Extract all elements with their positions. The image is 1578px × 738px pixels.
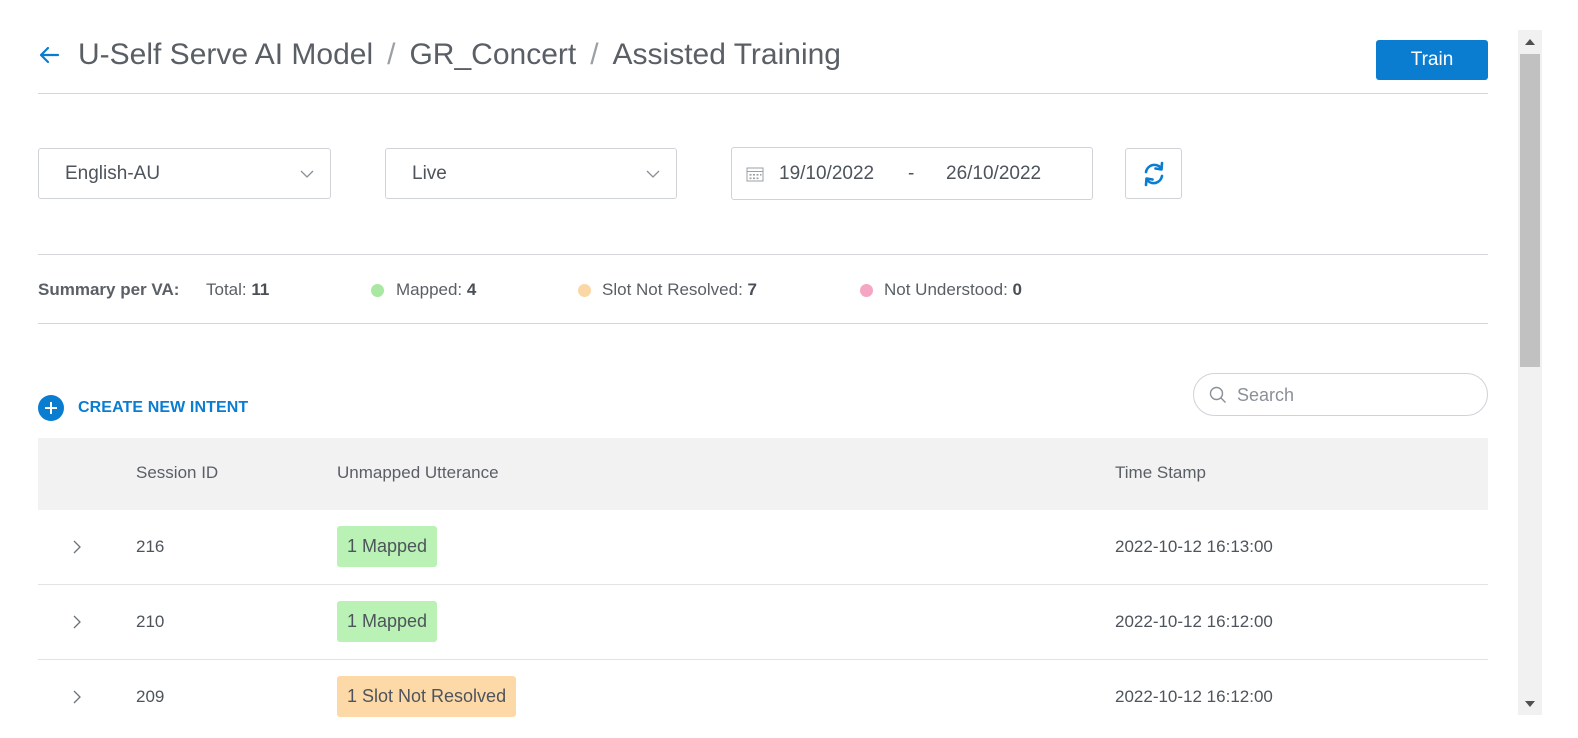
refresh-icon [1144, 161, 1164, 187]
search-icon [1209, 386, 1226, 403]
vertical-scrollbar[interactable] [1518, 30, 1542, 715]
summary-total: Total: 11 [206, 280, 269, 300]
breadcrumb-model[interactable]: U-Self Serve AI Model [78, 38, 373, 72]
page-header: U-Self Serve AI Model / GR_Concert / Ass… [38, 30, 1488, 94]
date-to-field[interactable]: 26/10/2022 [946, 163, 1041, 185]
summary-mapped-label: Mapped: [396, 280, 463, 299]
search-box[interactable] [1193, 373, 1488, 416]
session-id-cell: 209 [136, 687, 165, 706]
chevron-right-icon[interactable] [70, 613, 84, 631]
status-badge: 1 Slot Not Resolved [337, 676, 517, 717]
column-header-time-stamp[interactable]: Time Stamp [1115, 463, 1206, 483]
mapped-dot-icon [371, 284, 384, 297]
summary-mapped: Mapped: 4 [396, 280, 476, 300]
summary-bar: Summary per VA: Total: 11 Mapped: 4 Slot… [38, 254, 1488, 324]
train-button[interactable]: Train [1376, 40, 1488, 80]
status-badge: 1 Mapped [337, 526, 438, 567]
date-range-picker[interactable]: 19/10/2022 - 26/10/2022 [731, 147, 1093, 200]
table-row[interactable]: 209 1 Slot Not Resolved 2022-10-12 16:12… [38, 660, 1488, 735]
summary-slot-label: Slot Not Resolved: [602, 280, 743, 299]
date-separator: - [908, 163, 915, 184]
scroll-up-arrow-icon[interactable] [1518, 30, 1542, 52]
summary-slot-value: 7 [747, 280, 757, 299]
arrow-left-icon[interactable] [38, 44, 60, 66]
session-id-cell: 210 [136, 612, 165, 631]
summary-not-understood-label: Not Understood: [884, 280, 1008, 299]
not-understood-dot-icon [860, 284, 873, 297]
create-new-intent-button[interactable]: CREATE NEW INTENT [38, 395, 248, 421]
breadcrumb-separator: / [590, 38, 599, 71]
summary-mapped-value: 4 [466, 280, 477, 299]
breadcrumb-current: Assisted Training [612, 38, 841, 71]
refresh-button[interactable] [1125, 148, 1182, 199]
summary-not-understood: Not Understood: 0 [884, 280, 1022, 300]
summary-title: Summary per VA: [38, 280, 180, 299]
table-row[interactable]: 216 1 Mapped 2022-10-12 16:13:00 [38, 510, 1488, 585]
chevron-down-icon [646, 170, 660, 178]
plus-circle-icon [38, 395, 64, 421]
status-badge: 1 Mapped [337, 601, 438, 642]
timestamp-cell: 2022-10-12 16:12:00 [1115, 687, 1273, 706]
column-header-unmapped-utterance[interactable]: Unmapped Utterance [337, 463, 499, 483]
breadcrumb: U-Self Serve AI Model / GR_Concert / Ass… [78, 38, 841, 72]
chevron-down-icon [300, 170, 314, 178]
chevron-right-icon[interactable] [70, 688, 84, 706]
table-row[interactable]: 210 1 Mapped 2022-10-12 16:12:00 [38, 585, 1488, 660]
summary-slot: Slot Not Resolved: 7 [602, 280, 757, 300]
summary-total-label: Total: [206, 280, 247, 299]
date-from-field[interactable]: 19/10/2022 [779, 163, 874, 185]
summary-not-understood-value: 0 [1012, 280, 1022, 299]
utterance-table: Session ID Unmapped Utterance Time Stamp… [38, 438, 1488, 735]
session-id-cell: 216 [136, 537, 165, 556]
column-header-session-id[interactable]: Session ID [136, 463, 218, 483]
search-input[interactable] [1237, 383, 1467, 407]
slot-not-resolved-dot-icon [578, 284, 591, 297]
scroll-down-arrow-icon[interactable] [1518, 693, 1542, 715]
timestamp-cell: 2022-10-12 16:12:00 [1115, 612, 1273, 631]
summary-total-value: 11 [251, 280, 270, 299]
scrollbar-thumb[interactable] [1520, 54, 1540, 367]
environment-select-value: Live [412, 163, 447, 184]
breadcrumb-separator: / [387, 38, 396, 71]
timestamp-cell: 2022-10-12 16:13:00 [1115, 537, 1273, 556]
chevron-right-icon[interactable] [70, 538, 84, 556]
language-select-value: English-AU [65, 163, 161, 184]
table-header: Session ID Unmapped Utterance Time Stamp [38, 438, 1488, 510]
language-select[interactable]: English-AU [38, 148, 331, 199]
calendar-icon [746, 167, 764, 182]
create-new-intent-label: CREATE NEW INTENT [78, 399, 249, 416]
environment-select[interactable]: Live [385, 148, 677, 199]
breadcrumb-project[interactable]: GR_Concert [409, 38, 576, 72]
